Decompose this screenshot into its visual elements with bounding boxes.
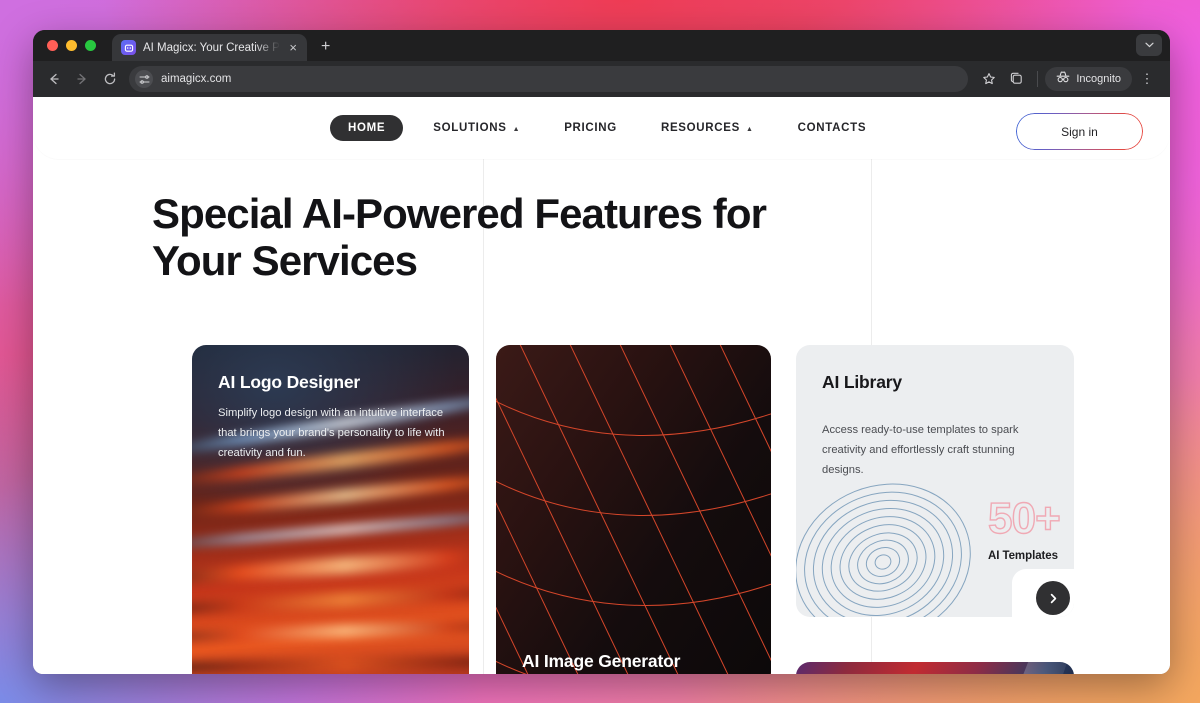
back-button[interactable]	[41, 66, 67, 92]
card-content: AI Library Access ready-to-use templates…	[822, 372, 1052, 481]
bookmark-star-icon[interactable]	[976, 66, 1002, 92]
site-header: HOME SOLUTIONS ▲ PRICING RESOURCES ▲ CON	[33, 97, 1170, 159]
chevron-down-icon: ▲	[512, 125, 521, 133]
card-artwork	[1023, 662, 1068, 674]
card-description: Access ready-to-use templates to spark c…	[822, 424, 1019, 476]
stat-value: 50+	[987, 494, 1061, 543]
card-content: AI Image Generator Transform your ideas …	[522, 651, 751, 674]
incognito-indicator[interactable]: Incognito	[1045, 67, 1132, 91]
stat-label: AI Templates	[987, 550, 1058, 562]
card-title: AI Library	[822, 372, 902, 392]
close-window-button[interactable]	[47, 40, 58, 51]
nav-item-home[interactable]: HOME	[330, 115, 404, 141]
card-content: AI Logo Designer Simplify logo design wi…	[218, 372, 447, 464]
main-navigation: HOME SOLUTIONS ▲ PRICING RESOURCES ▲ CON	[330, 115, 888, 141]
minimize-window-button[interactable]	[66, 40, 77, 51]
card-ai-library[interactable]: AI Library Access ready-to-use templates…	[796, 345, 1074, 617]
chevron-down-icon: ▲	[746, 125, 754, 133]
nav-item-contacts[interactable]: CONTACTS	[776, 122, 889, 134]
card-title: AI Logo Designer	[218, 372, 361, 392]
feature-cards: AI Logo Designer Simplify logo design wi…	[33, 345, 1170, 674]
card-ai-story-creator[interactable]: AI Story Creator Create engaging stories…	[796, 662, 1074, 674]
nav-label-solutions: SOLUTIONS	[433, 122, 507, 134]
ai-magicx-favicon	[121, 40, 136, 55]
nav-label-resources: RESOURCES	[660, 122, 741, 134]
browser-tab-strip: AI Magicx: Your Creative Pow × +	[33, 30, 1170, 61]
nav-label-contacts: CONTACTS	[797, 122, 867, 134]
concentric-rings-icon	[796, 483, 971, 617]
reload-button[interactable]	[97, 66, 123, 92]
browser-tab[interactable]: AI Magicx: Your Creative Pow ×	[112, 34, 307, 61]
toolbar-divider	[1037, 71, 1039, 87]
nav-label-pricing: PRICING	[564, 122, 617, 134]
new-tab-button[interactable]: +	[321, 39, 330, 55]
browser-toolbar: aimagicx.com Incognito ⋮	[33, 61, 1170, 97]
card-title: AI Image Generator	[522, 651, 681, 672]
site-settings-icon[interactable]	[135, 70, 153, 88]
incognito-label: Incognito	[1076, 73, 1121, 85]
website-page: HOME SOLUTIONS ▲ PRICING RESOURCES ▲ CON	[33, 97, 1170, 674]
nav-label-home: HOME	[348, 122, 386, 134]
incognito-hat-icon	[1056, 70, 1070, 88]
address-bar[interactable]: aimagicx.com	[129, 66, 969, 92]
chevron-down-icon[interactable]	[1136, 34, 1162, 56]
page-title: Special AI-Powered Features for Your Ser…	[152, 190, 767, 285]
page-viewport: HOME SOLUTIONS ▲ PRICING RESOURCES ▲ CON	[33, 97, 1170, 674]
browser-menu-icon[interactable]: ⋮	[1134, 66, 1160, 92]
tab-search-icon[interactable]	[1004, 66, 1030, 92]
browser-tab-title: AI Magicx: Your Creative Pow	[143, 41, 281, 54]
browser-window: AI Magicx: Your Creative Pow × + aimagic…	[33, 30, 1170, 674]
sign-in-button[interactable]: Sign in	[1016, 113, 1143, 150]
card-artwork	[496, 345, 771, 674]
forward-button[interactable]	[69, 66, 95, 92]
card-ai-image-generator[interactable]: AI Image Generator Transform your ideas …	[496, 345, 771, 674]
card-ai-logo-designer[interactable]: AI Logo Designer Simplify logo design wi…	[192, 345, 469, 674]
nav-item-resources[interactable]: RESOURCES ▲	[639, 122, 776, 134]
sign-in-label: Sign in	[1061, 124, 1098, 139]
maximize-window-button[interactable]	[85, 40, 96, 51]
window-controls	[45, 30, 104, 61]
next-slide-button[interactable]	[1036, 581, 1070, 615]
address-bar-url: aimagicx.com	[161, 73, 232, 85]
nav-item-pricing[interactable]: PRICING	[542, 122, 639, 134]
close-tab-icon[interactable]: ×	[287, 39, 299, 56]
nav-item-solutions[interactable]: SOLUTIONS ▲	[411, 122, 542, 134]
card-description: Simplify logo design with an intuitive i…	[218, 407, 445, 459]
